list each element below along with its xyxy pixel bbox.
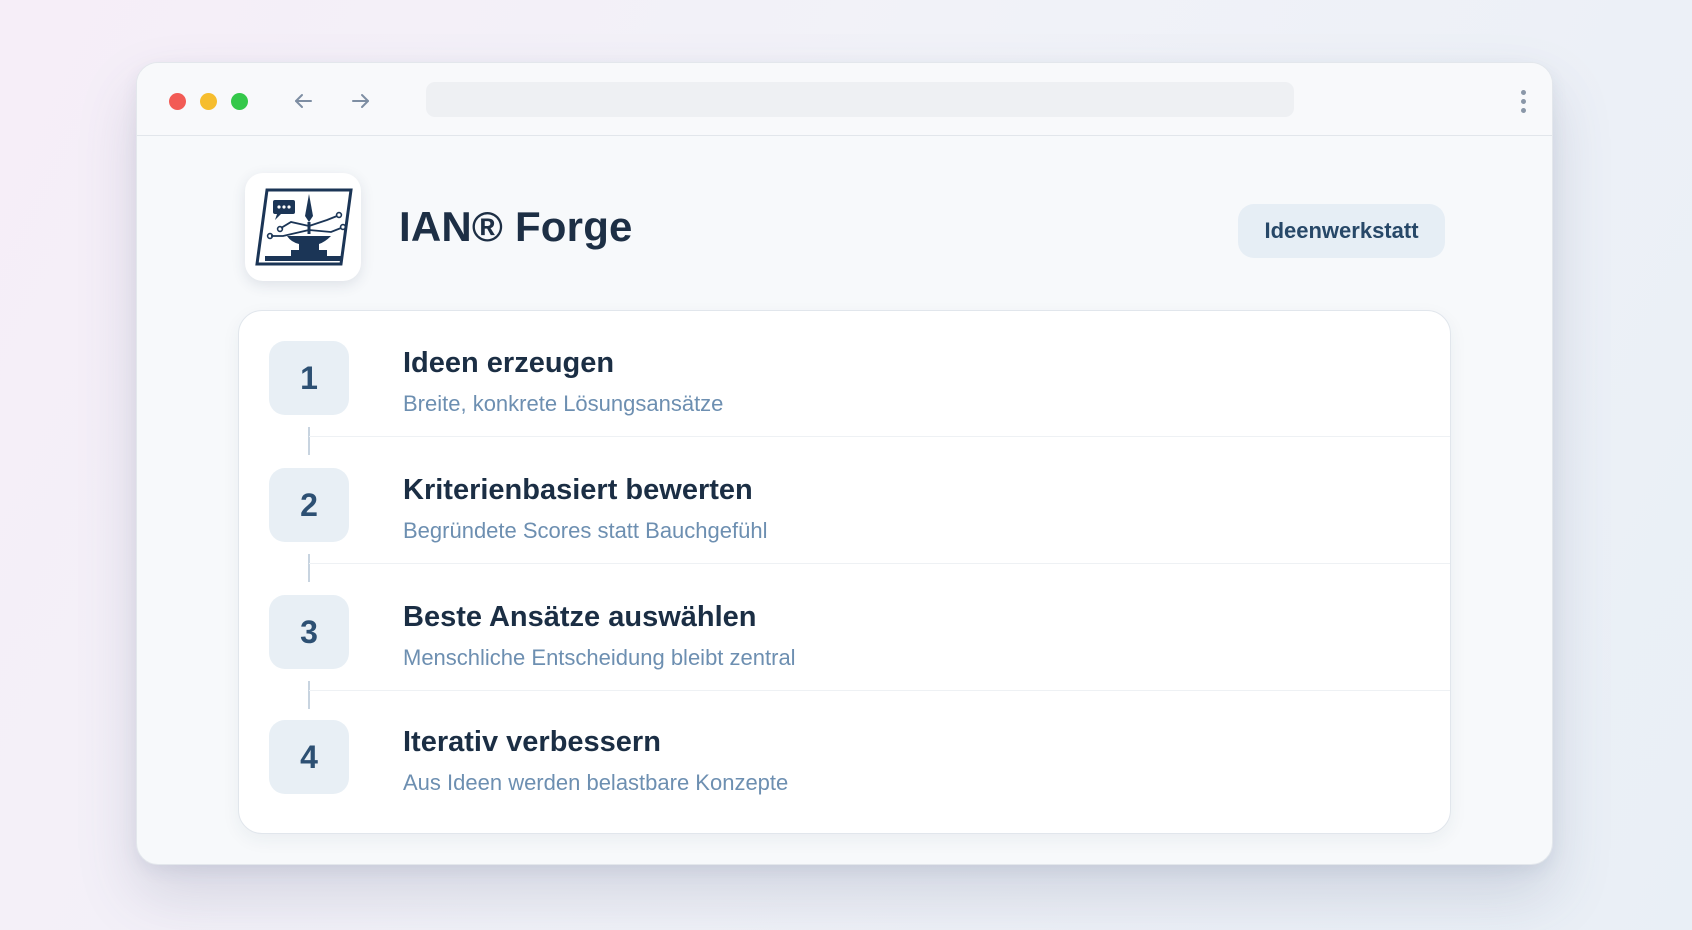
- step-item: 2 Kriterienbasiert bewerten Begründete S…: [239, 438, 1450, 582]
- step-item: 3 Beste Ansätze auswählen Menschliche En…: [239, 565, 1450, 709]
- steps-card: 1 Ideen erzeugen Breite, konkrete Lösung…: [238, 310, 1451, 834]
- arrow-left-icon: [295, 94, 312, 108]
- step-number-badge: 1: [269, 341, 349, 415]
- kebab-menu-icon[interactable]: [1512, 85, 1534, 117]
- step-title: Ideen erzeugen: [403, 347, 615, 379]
- step-number-badge: 3: [269, 595, 349, 669]
- step-number-badge: 2: [269, 468, 349, 542]
- step-item: 1 Ideen erzeugen Breite, konkrete Lösung…: [239, 311, 1450, 455]
- maximize-window-button[interactable]: [231, 93, 248, 110]
- step-title: Kriterienbasiert bewerten: [403, 474, 753, 506]
- address-bar[interactable]: [426, 82, 1294, 117]
- divider: [309, 563, 1450, 564]
- step-subtitle: Breite, konkrete Lösungsansätze: [403, 391, 724, 416]
- step-title: Beste Ansätze auswählen: [403, 601, 757, 633]
- back-button[interactable]: [288, 86, 318, 116]
- step-subtitle: Begründete Scores statt Bauchgefühl: [403, 518, 768, 543]
- forge-anvil-circuit-logo: [255, 188, 353, 266]
- close-window-button[interactable]: [169, 93, 186, 110]
- step-subtitle: Menschliche Entscheidung bleibt zentral: [403, 645, 796, 670]
- step-number-badge: 4: [269, 720, 349, 794]
- forward-button[interactable]: [346, 86, 376, 116]
- arrow-right-icon: [352, 94, 369, 108]
- step-subtitle: Aus Ideen werden belastbare Konzepte: [403, 770, 789, 795]
- step-title: Iterativ verbessern: [403, 726, 661, 758]
- section-tag: Ideenwerkstatt: [1238, 204, 1445, 258]
- divider: [309, 436, 1450, 437]
- app-logo: [245, 173, 361, 281]
- browser-window: IAN® Forge Ideenwerkstatt 1 Ideen erzeug…: [136, 62, 1553, 865]
- app-title: IAN® Forge: [399, 203, 633, 250]
- browser-toolbar: [137, 63, 1552, 136]
- step-item: 4 Iterativ verbessern Aus Ideen werden b…: [239, 690, 1450, 816]
- minimize-window-button[interactable]: [200, 93, 217, 110]
